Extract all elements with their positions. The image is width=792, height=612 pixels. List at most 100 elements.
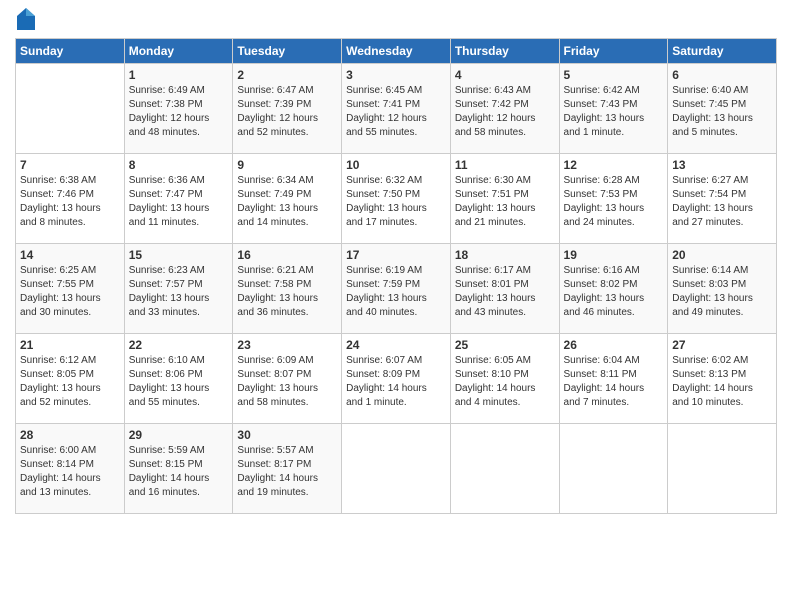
calendar-cell: 15 Sunrise: 6:23 AM Sunset: 7:57 PM Dayl…	[124, 244, 233, 334]
daylight-text: Daylight: 13 hours and 58 minutes.	[237, 383, 318, 408]
logo	[15, 10, 35, 30]
calendar-cell: 22 Sunrise: 6:10 AM Sunset: 8:06 PM Dayl…	[124, 334, 233, 424]
day-info: Sunrise: 6:19 AM Sunset: 7:59 PM Dayligh…	[346, 264, 446, 320]
page-header	[15, 10, 777, 30]
day-number: 13	[672, 158, 772, 172]
calendar-cell: 14 Sunrise: 6:25 AM Sunset: 7:55 PM Dayl…	[16, 244, 125, 334]
daylight-text: Daylight: 13 hours and 40 minutes.	[346, 293, 427, 318]
daylight-text: Daylight: 13 hours and 1 minute.	[564, 113, 645, 138]
calendar-cell: 16 Sunrise: 6:21 AM Sunset: 7:58 PM Dayl…	[233, 244, 342, 334]
daylight-text: Daylight: 14 hours and 4 minutes.	[455, 383, 536, 408]
day-info: Sunrise: 6:17 AM Sunset: 8:01 PM Dayligh…	[455, 264, 555, 320]
column-header-saturday: Saturday	[668, 39, 777, 64]
day-number: 24	[346, 338, 446, 352]
day-info: Sunrise: 6:00 AM Sunset: 8:14 PM Dayligh…	[20, 444, 120, 500]
sunset-text: Sunset: 7:58 PM	[237, 279, 311, 290]
day-info: Sunrise: 6:04 AM Sunset: 8:11 PM Dayligh…	[564, 354, 664, 410]
calendar-week-row: 28 Sunrise: 6:00 AM Sunset: 8:14 PM Dayl…	[16, 424, 777, 514]
sunset-text: Sunset: 8:06 PM	[129, 369, 203, 380]
sunrise-text: Sunrise: 6:17 AM	[455, 265, 531, 276]
sunset-text: Sunset: 8:07 PM	[237, 369, 311, 380]
sunset-text: Sunset: 8:15 PM	[129, 459, 203, 470]
daylight-text: Daylight: 13 hours and 30 minutes.	[20, 293, 101, 318]
day-info: Sunrise: 6:07 AM Sunset: 8:09 PM Dayligh…	[346, 354, 446, 410]
day-number: 17	[346, 248, 446, 262]
day-info: Sunrise: 6:25 AM Sunset: 7:55 PM Dayligh…	[20, 264, 120, 320]
day-info: Sunrise: 6:05 AM Sunset: 8:10 PM Dayligh…	[455, 354, 555, 410]
sunset-text: Sunset: 7:51 PM	[455, 189, 529, 200]
sunrise-text: Sunrise: 6:12 AM	[20, 355, 96, 366]
day-info: Sunrise: 6:16 AM Sunset: 8:02 PM Dayligh…	[564, 264, 664, 320]
logo-icon	[17, 8, 35, 30]
sunrise-text: Sunrise: 6:49 AM	[129, 85, 205, 96]
day-number: 2	[237, 68, 337, 82]
sunrise-text: Sunrise: 6:14 AM	[672, 265, 748, 276]
sunrise-text: Sunrise: 6:45 AM	[346, 85, 422, 96]
sunrise-text: Sunrise: 6:19 AM	[346, 265, 422, 276]
calendar-week-row: 21 Sunrise: 6:12 AM Sunset: 8:05 PM Dayl…	[16, 334, 777, 424]
calendar-cell: 4 Sunrise: 6:43 AM Sunset: 7:42 PM Dayli…	[450, 64, 559, 154]
calendar-cell: 2 Sunrise: 6:47 AM Sunset: 7:39 PM Dayli…	[233, 64, 342, 154]
day-info: Sunrise: 6:36 AM Sunset: 7:47 PM Dayligh…	[129, 174, 229, 230]
calendar-cell: 13 Sunrise: 6:27 AM Sunset: 7:54 PM Dayl…	[668, 154, 777, 244]
sunrise-text: Sunrise: 6:21 AM	[237, 265, 313, 276]
calendar-cell: 21 Sunrise: 6:12 AM Sunset: 8:05 PM Dayl…	[16, 334, 125, 424]
sunrise-text: Sunrise: 6:28 AM	[564, 175, 640, 186]
day-info: Sunrise: 6:34 AM Sunset: 7:49 PM Dayligh…	[237, 174, 337, 230]
sunrise-text: Sunrise: 6:10 AM	[129, 355, 205, 366]
day-number: 8	[129, 158, 229, 172]
day-number: 18	[455, 248, 555, 262]
daylight-text: Daylight: 13 hours and 24 minutes.	[564, 203, 645, 228]
calendar-cell: 30 Sunrise: 5:57 AM Sunset: 8:17 PM Dayl…	[233, 424, 342, 514]
day-info: Sunrise: 6:47 AM Sunset: 7:39 PM Dayligh…	[237, 84, 337, 140]
calendar-cell	[450, 424, 559, 514]
day-number: 10	[346, 158, 446, 172]
daylight-text: Daylight: 12 hours and 52 minutes.	[237, 113, 318, 138]
calendar-cell: 6 Sunrise: 6:40 AM Sunset: 7:45 PM Dayli…	[668, 64, 777, 154]
calendar-cell: 26 Sunrise: 6:04 AM Sunset: 8:11 PM Dayl…	[559, 334, 668, 424]
column-header-tuesday: Tuesday	[233, 39, 342, 64]
day-info: Sunrise: 6:32 AM Sunset: 7:50 PM Dayligh…	[346, 174, 446, 230]
daylight-text: Daylight: 13 hours and 21 minutes.	[455, 203, 536, 228]
day-number: 1	[129, 68, 229, 82]
day-number: 21	[20, 338, 120, 352]
day-info: Sunrise: 6:14 AM Sunset: 8:03 PM Dayligh…	[672, 264, 772, 320]
calendar-cell	[668, 424, 777, 514]
day-info: Sunrise: 6:12 AM Sunset: 8:05 PM Dayligh…	[20, 354, 120, 410]
sunset-text: Sunset: 8:09 PM	[346, 369, 420, 380]
calendar-cell: 9 Sunrise: 6:34 AM Sunset: 7:49 PM Dayli…	[233, 154, 342, 244]
day-info: Sunrise: 6:38 AM Sunset: 7:46 PM Dayligh…	[20, 174, 120, 230]
sunset-text: Sunset: 8:14 PM	[20, 459, 94, 470]
daylight-text: Daylight: 13 hours and 52 minutes.	[20, 383, 101, 408]
sunrise-text: Sunrise: 6:34 AM	[237, 175, 313, 186]
day-info: Sunrise: 6:09 AM Sunset: 8:07 PM Dayligh…	[237, 354, 337, 410]
daylight-text: Daylight: 13 hours and 11 minutes.	[129, 203, 210, 228]
calendar-cell: 25 Sunrise: 6:05 AM Sunset: 8:10 PM Dayl…	[450, 334, 559, 424]
day-number: 15	[129, 248, 229, 262]
day-number: 14	[20, 248, 120, 262]
sunset-text: Sunset: 7:45 PM	[672, 99, 746, 110]
calendar-cell: 8 Sunrise: 6:36 AM Sunset: 7:47 PM Dayli…	[124, 154, 233, 244]
column-header-wednesday: Wednesday	[342, 39, 451, 64]
sunrise-text: Sunrise: 6:32 AM	[346, 175, 422, 186]
sunrise-text: Sunrise: 6:02 AM	[672, 355, 748, 366]
sunrise-text: Sunrise: 6:23 AM	[129, 265, 205, 276]
calendar-cell: 17 Sunrise: 6:19 AM Sunset: 7:59 PM Dayl…	[342, 244, 451, 334]
day-number: 26	[564, 338, 664, 352]
day-number: 30	[237, 428, 337, 442]
sunrise-text: Sunrise: 6:38 AM	[20, 175, 96, 186]
sunrise-text: Sunrise: 6:05 AM	[455, 355, 531, 366]
day-number: 25	[455, 338, 555, 352]
day-number: 29	[129, 428, 229, 442]
daylight-text: Daylight: 13 hours and 46 minutes.	[564, 293, 645, 318]
day-info: Sunrise: 6:49 AM Sunset: 7:38 PM Dayligh…	[129, 84, 229, 140]
daylight-text: Daylight: 14 hours and 16 minutes.	[129, 473, 210, 498]
calendar-cell: 7 Sunrise: 6:38 AM Sunset: 7:46 PM Dayli…	[16, 154, 125, 244]
day-info: Sunrise: 6:28 AM Sunset: 7:53 PM Dayligh…	[564, 174, 664, 230]
sunrise-text: Sunrise: 6:25 AM	[20, 265, 96, 276]
calendar-cell: 19 Sunrise: 6:16 AM Sunset: 8:02 PM Dayl…	[559, 244, 668, 334]
calendar-cell: 24 Sunrise: 6:07 AM Sunset: 8:09 PM Dayl…	[342, 334, 451, 424]
sunset-text: Sunset: 7:43 PM	[564, 99, 638, 110]
daylight-text: Daylight: 13 hours and 17 minutes.	[346, 203, 427, 228]
column-header-sunday: Sunday	[16, 39, 125, 64]
